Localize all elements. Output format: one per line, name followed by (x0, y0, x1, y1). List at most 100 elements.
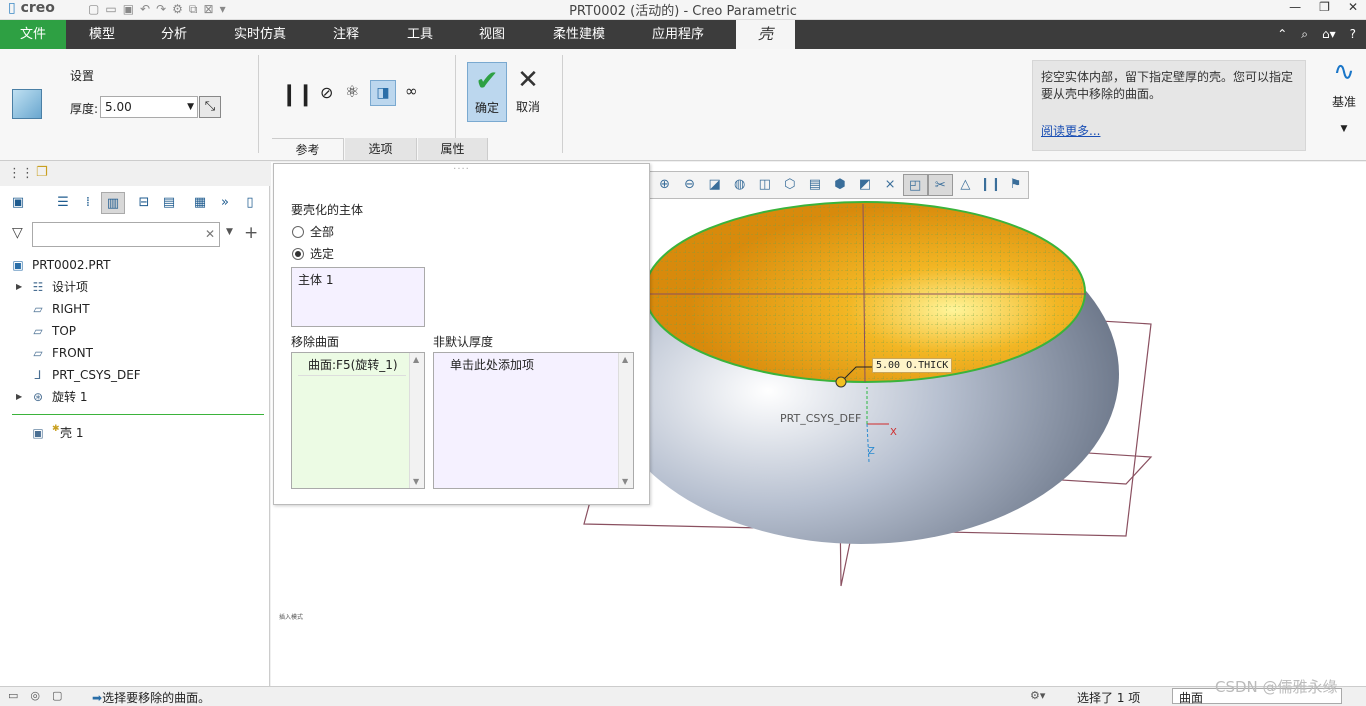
chevron-down-icon[interactable]: ▼ (187, 97, 194, 117)
folder-browser-tab-icon[interactable]: ❐ (36, 165, 48, 180)
chevron-right-icon[interactable]: ▶ (16, 386, 22, 408)
community-icon[interactable]: ⌂▾ (1322, 20, 1336, 49)
zoom-out-icon[interactable]: ⊖ (677, 174, 702, 196)
chevron-right-icon[interactable]: ▶ (16, 276, 22, 298)
tree-item-design-items[interactable]: ▶ ☷ 设计项 (0, 276, 270, 298)
connected-preview-icon[interactable]: ◨ (370, 80, 396, 106)
scroll-down-icon[interactable]: ▼ (622, 477, 628, 486)
list-item[interactable]: 主体 1 (298, 273, 333, 287)
tab-references[interactable]: 参考 (272, 138, 344, 160)
clear-icon[interactable]: ✕ (205, 227, 215, 241)
datum-group[interactable]: ∿ 基准 ▼ (1322, 49, 1366, 160)
navigator-toggle-icon[interactable]: ▭ (8, 689, 18, 702)
selection-count[interactable]: 选择了 1 项 (1077, 689, 1140, 706)
tree-list-icon[interactable]: ☰ (51, 192, 75, 214)
menu-analysis[interactable]: 分析 (142, 20, 206, 49)
no-preview-icon[interactable]: ⊘ (320, 83, 333, 102)
datum-display-icon[interactable]: ⨯ (878, 174, 903, 196)
tree-item-revolve[interactable]: ▶ ⊛ 旋转 1 (0, 386, 270, 408)
pause-animation-icon[interactable]: ❙❙ (978, 174, 1003, 196)
search-icon[interactable]: ⌕ (1301, 20, 1308, 49)
read-more-link[interactable]: 阅读更多... (1041, 123, 1297, 140)
radio-all-bodies[interactable]: 全部 (292, 223, 334, 240)
ok-button[interactable]: ✔ 确定 (467, 62, 507, 122)
add-icon[interactable]: + (244, 223, 258, 243)
pause-icon[interactable]: ❙❙ (280, 82, 315, 107)
remove-surfaces-collector[interactable]: 曲面:F5(旋转_1) ▲ ▼ (291, 352, 425, 489)
zoom-in-icon[interactable]: ⊕ (652, 174, 677, 196)
list-item[interactable]: 曲面:F5(旋转_1) (298, 356, 406, 376)
tab-options[interactable]: 选项 (345, 138, 417, 160)
refit-icon[interactable]: ◪ (702, 174, 727, 196)
verify-preview-icon[interactable]: ∞ (405, 82, 418, 100)
help-icon[interactable]: ? (1350, 20, 1356, 49)
tree-item-right[interactable]: ▱ RIGHT (0, 298, 270, 320)
restore-button[interactable]: ❐ (1319, 0, 1330, 14)
minimize-button[interactable]: — (1289, 0, 1301, 14)
chevron-down-icon[interactable]: ▼ (1322, 124, 1366, 134)
tree-filter-icon[interactable]: ⊟ (132, 192, 156, 214)
menu-tools[interactable]: 工具 (390, 20, 450, 49)
scrollbar[interactable]: ▲ ▼ (409, 353, 424, 488)
selection-filter-icon[interactable]: ⚙▾ (1030, 689, 1045, 702)
menu-model[interactable]: 模型 (70, 20, 134, 49)
thickness-dimension[interactable]: 5.00 O.THICK (872, 358, 953, 373)
body-collector[interactable]: 主体 1 (291, 267, 425, 327)
menu-file[interactable]: 文件 (0, 20, 66, 49)
tree-item-top[interactable]: ▱ TOP (0, 320, 270, 342)
tree-item-shell[interactable]: ▣ ✱ 壳 1 (0, 422, 270, 444)
tab-properties[interactable]: 属性 (418, 138, 488, 160)
section-icon[interactable]: ◩ (853, 174, 878, 196)
scroll-up-icon[interactable]: ▲ (413, 355, 419, 364)
menu-flexible-modeling[interactable]: 柔性建模 (540, 20, 618, 49)
more-icon[interactable]: » (213, 192, 237, 214)
radio-selected-bodies[interactable]: 选定 (292, 245, 334, 262)
menu-simulation[interactable]: 实时仿真 (222, 20, 298, 49)
separate-preview-icon[interactable]: ⚛ (345, 82, 359, 101)
scrollbar[interactable]: ▲ ▼ (618, 353, 633, 488)
menu-view[interactable]: 视图 (462, 20, 522, 49)
menu-annotate[interactable]: 注释 (316, 20, 376, 49)
collapse-ribbon-icon[interactable]: ⌃ (1277, 20, 1287, 49)
navigator-tabs: ⋮⋮ ❐ (0, 162, 270, 186)
non-default-thickness-collector[interactable]: 单击此处添加项 ▲ ▼ (433, 352, 634, 489)
close-button[interactable]: ✕ (1348, 0, 1358, 14)
radio-circle[interactable] (292, 226, 304, 238)
tree-search-input[interactable]: ✕ (32, 222, 220, 247)
scroll-down-icon[interactable]: ▼ (413, 477, 419, 486)
add-item-prompt[interactable]: 单击此处添加项 (450, 356, 534, 374)
panel-grip[interactable]: ···· (274, 164, 649, 175)
tree-settings-icon[interactable]: ▤ (157, 192, 181, 214)
radio-circle[interactable] (292, 248, 304, 260)
menu-applications[interactable]: 应用程序 (636, 20, 720, 49)
part-icon[interactable]: ▣ (6, 192, 30, 214)
dimension-handle[interactable] (835, 376, 847, 388)
annotation-display-icon[interactable]: ◰ (902, 174, 928, 196)
tree-dots-icon[interactable]: ⁞ (76, 192, 100, 214)
tree-item-root[interactable]: ▣ PRT0002.PRT (0, 254, 270, 276)
tree-item-front[interactable]: ▱ FRONT (0, 342, 270, 364)
flip-direction-button[interactable]: ⤡ (199, 96, 221, 118)
filter-icon[interactable]: ▽ (12, 225, 23, 241)
cancel-button[interactable]: ✕ 取消 (512, 62, 544, 122)
browser-toggle-icon[interactable]: ◎ (30, 689, 40, 702)
view-manager-icon[interactable]: ◫ (752, 174, 777, 196)
fullscreen-icon[interactable]: ▢ (52, 689, 62, 702)
insert-indicator[interactable] (0, 408, 270, 422)
appearance-icon[interactable]: △ (953, 174, 978, 196)
saved-views-icon[interactable]: ⬡ (777, 174, 802, 196)
tree-item-csys[interactable]: ⅃ PRT_CSYS_DEF (0, 364, 270, 386)
repaint-icon[interactable]: ◍ (727, 174, 752, 196)
thickness-input[interactable]: 5.00 ▼ (100, 96, 198, 118)
flag-icon[interactable]: ⚑ (1003, 174, 1028, 196)
display-style-icon[interactable]: ▤ (802, 174, 827, 196)
scroll-up-icon[interactable]: ▲ (622, 355, 628, 364)
tree-columns-icon[interactable]: ▥ (101, 192, 125, 214)
perspective-icon[interactable]: ⬢ (827, 174, 852, 196)
spin-center-icon[interactable]: ✂ (927, 174, 953, 196)
notes-icon[interactable]: ▯ (238, 192, 262, 214)
chevron-down-icon[interactable]: ▼ (226, 227, 233, 237)
model-tree-tab-icon[interactable]: ⋮⋮ (8, 166, 34, 181)
show-icon[interactable]: ▦ (188, 192, 212, 214)
menu-shell[interactable]: 壳 (736, 20, 795, 49)
